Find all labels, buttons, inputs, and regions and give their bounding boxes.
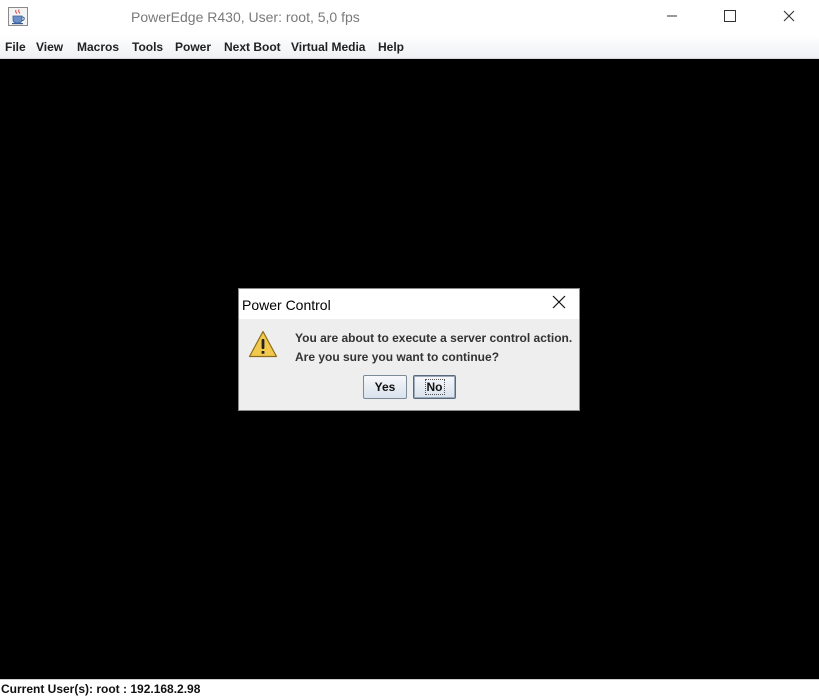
- close-icon: [783, 9, 795, 27]
- menubar: File View Macros Tools Power Next Boot V…: [0, 35, 819, 59]
- statusbar: Current User(s): root : 192.168.2.98: [0, 679, 819, 697]
- dialog-message-line2: Are you sure you want to continue?: [295, 350, 500, 364]
- close-icon: [552, 295, 566, 314]
- power-control-dialog: Power Control You are about to execute a…: [238, 288, 580, 411]
- current-users-status: Current User(s): root : 192.168.2.98: [1, 682, 201, 696]
- dialog-message-line1: You are about to execute a server contro…: [295, 331, 573, 345]
- menu-view[interactable]: View: [36, 40, 63, 54]
- window-titlebar[interactable]: PowerEdge R430, User: root, 5,0 fps: [0, 0, 819, 35]
- no-button[interactable]: No: [413, 375, 456, 399]
- menu-help[interactable]: Help: [378, 40, 404, 54]
- menu-tools[interactable]: Tools: [132, 40, 163, 54]
- yes-button[interactable]: Yes: [363, 375, 407, 399]
- dialog-titlebar[interactable]: Power Control: [239, 289, 579, 319]
- menu-power[interactable]: Power: [175, 40, 211, 54]
- menu-file[interactable]: File: [5, 40, 26, 54]
- menu-virtual-media[interactable]: Virtual Media: [291, 40, 365, 54]
- maximize-icon: [724, 9, 736, 27]
- close-window-button[interactable]: [760, 0, 818, 35]
- java-cup-icon[interactable]: [8, 7, 28, 26]
- warning-icon: [248, 330, 278, 358]
- maximize-button[interactable]: [701, 0, 759, 35]
- window-title: PowerEdge R430, User: root, 5,0 fps: [131, 9, 360, 25]
- menu-next-boot[interactable]: Next Boot: [224, 40, 281, 54]
- minimize-icon: [666, 9, 678, 27]
- minimize-button[interactable]: [643, 0, 701, 35]
- dialog-close-button[interactable]: [545, 293, 573, 315]
- menu-macros[interactable]: Macros: [77, 40, 119, 54]
- no-button-label: No: [424, 379, 445, 395]
- dialog-title: Power Control: [242, 297, 331, 313]
